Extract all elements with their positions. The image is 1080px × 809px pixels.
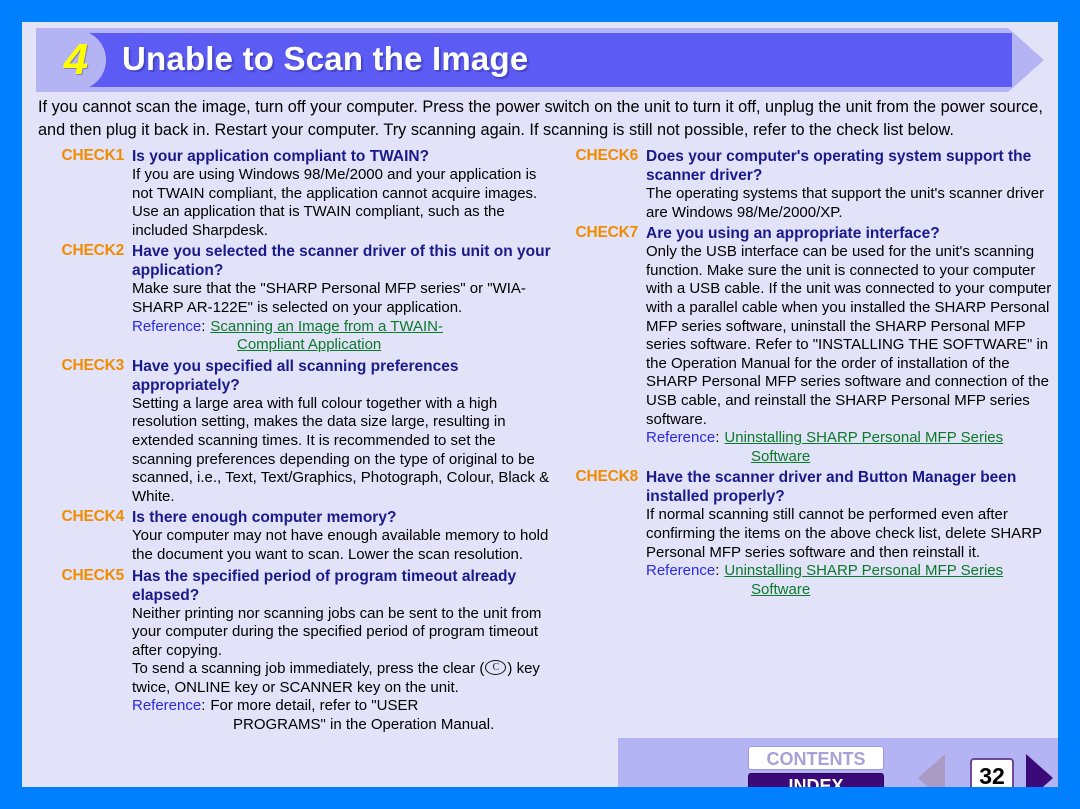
reference-label-2: Reference <box>132 317 202 335</box>
check-body-8: If normal scanning still cannot be perfo… <box>646 506 1042 561</box>
next-page-icon[interactable] <box>1026 754 1053 787</box>
contents-button[interactable]: CONTENTS <box>748 746 884 770</box>
check-item-4: CHECK4 Is there enough computer memory? … <box>36 508 552 564</box>
reference-5: Reference: For more detail, refer to "US… <box>132 697 552 716</box>
reference-label-5: Reference <box>132 697 202 715</box>
reference-colon-2: : <box>201 317 206 335</box>
page-number-badge: 32 <box>970 758 1014 787</box>
reference-8-cont: Software <box>746 581 1058 600</box>
check-tag-4: CHECK4 <box>61 508 124 526</box>
reference-link-7-line2[interactable]: Software <box>751 448 810 467</box>
check-item-8: CHECK8 Have the scanner driver and Butto… <box>550 468 1058 599</box>
reference-5-cont: PROGRAMS" in the Operation Manual. <box>228 716 552 735</box>
check-item-7: CHECK7 Are you using an appropriate inte… <box>550 224 1058 466</box>
reference-link-8-line2[interactable]: Software <box>751 581 810 600</box>
reference-2-cont: Compliant Application <box>232 336 552 355</box>
reference-label-8: Reference <box>646 562 716 580</box>
reference-link-2-line2[interactable]: Compliant Application <box>237 336 381 355</box>
check-title-8: Have the scanner driver and Button Manag… <box>646 469 1017 506</box>
reference-colon-8: : <box>715 562 720 580</box>
check-item-5: CHECK5 Has the specified period of progr… <box>36 567 552 735</box>
check-item-6: CHECK6 Does your computer's operating sy… <box>550 147 1058 222</box>
reference-link-2[interactable]: Scanning an Image from a TWAIN- <box>210 318 443 337</box>
left-column: CHECK1 Is your application compliant to … <box>36 147 552 737</box>
check-tag-2: CHECK2 <box>61 242 124 260</box>
check-title-2: Have you selected the scanner driver of … <box>132 243 551 280</box>
reference-label-7: Reference <box>646 429 716 447</box>
check-body-5b: To send a scanning job immediately, pres… <box>132 659 552 697</box>
page-header: 4 Unable to Scan the Image <box>36 28 1044 92</box>
check-tag-8: CHECK8 <box>575 468 638 486</box>
check-title-1: Is your application compliant to TWAIN? <box>132 148 430 165</box>
clear-key-icon <box>485 659 507 676</box>
reference-colon-5: : <box>201 697 206 715</box>
reference-link-7[interactable]: Uninstalling SHARP Personal MFP Series <box>724 429 1003 448</box>
check-title-7: Are you using an appropriate interface? <box>646 225 940 243</box>
check-body-5b-pre: To send a scanning job immediately, pres… <box>132 660 485 678</box>
check-body-4: Your computer may not have enough availa… <box>132 527 549 563</box>
check-title-4: Is there enough computer memory? <box>132 509 397 527</box>
check-item-1: CHECK1 Is your application compliant to … <box>36 147 552 240</box>
reference-colon-7: : <box>715 429 720 447</box>
check-tag-3: CHECK3 <box>61 356 124 374</box>
check-body-7: Only the USB interface can be used for t… <box>646 243 1052 428</box>
reference-text-5: For more detail, refer to "USER <box>210 697 419 715</box>
right-column: CHECK6 Does your computer's operating sy… <box>550 147 1058 601</box>
check-tag-1: CHECK1 <box>61 147 124 164</box>
previous-page-icon[interactable] <box>918 754 945 787</box>
check-body-3: Setting a large area with full colour to… <box>132 394 550 505</box>
check-tag-6: CHECK6 <box>575 147 638 164</box>
check-body-6: The operating systems that support the u… <box>646 185 1045 221</box>
intro-paragraph: If you cannot scan the image, turn off y… <box>38 98 1043 139</box>
check-item-3: CHECK3 Have you specified all scanning p… <box>36 357 552 507</box>
bottom-navigation-bar: CONTENTS INDEX 32 <box>618 738 1058 787</box>
reference-text-5-line2: PROGRAMS" in the Operation Manual. <box>233 716 495 734</box>
check-item-2: CHECK2 Have you selected the scanner dri… <box>36 242 552 354</box>
check-body-2: Make sure that the "SHARP Personal MFP s… <box>132 280 526 316</box>
document-page: 4 Unable to Scan the Image If you cannot… <box>22 22 1058 787</box>
check-title-3: Have you specified all scanning preferen… <box>132 357 459 394</box>
check-title-5: Has the specified period of program time… <box>132 567 517 604</box>
check-title-6: Does your computer's operating system su… <box>646 148 1032 184</box>
check-body-1: If you are using Windows 98/Me/2000 and … <box>132 166 538 239</box>
index-button[interactable]: INDEX <box>748 773 884 787</box>
check-body-5: Neither printing nor scanning jobs can b… <box>132 604 542 659</box>
reference-7-cont: Software <box>746 448 1058 467</box>
reference-2: Reference: Scanning an Image from a TWAI… <box>132 318 552 337</box>
page-title: Unable to Scan the Image <box>122 40 529 77</box>
reference-8: Reference: Uninstalling SHARP Personal M… <box>646 562 1058 581</box>
check-tag-5: CHECK5 <box>61 566 124 584</box>
reference-link-8[interactable]: Uninstalling SHARP Personal MFP Series <box>724 562 1003 581</box>
reference-7: Reference: Uninstalling SHARP Personal M… <box>646 429 1058 448</box>
check-tag-7: CHECK7 <box>575 224 638 242</box>
header-section-number: 4 <box>63 35 89 84</box>
